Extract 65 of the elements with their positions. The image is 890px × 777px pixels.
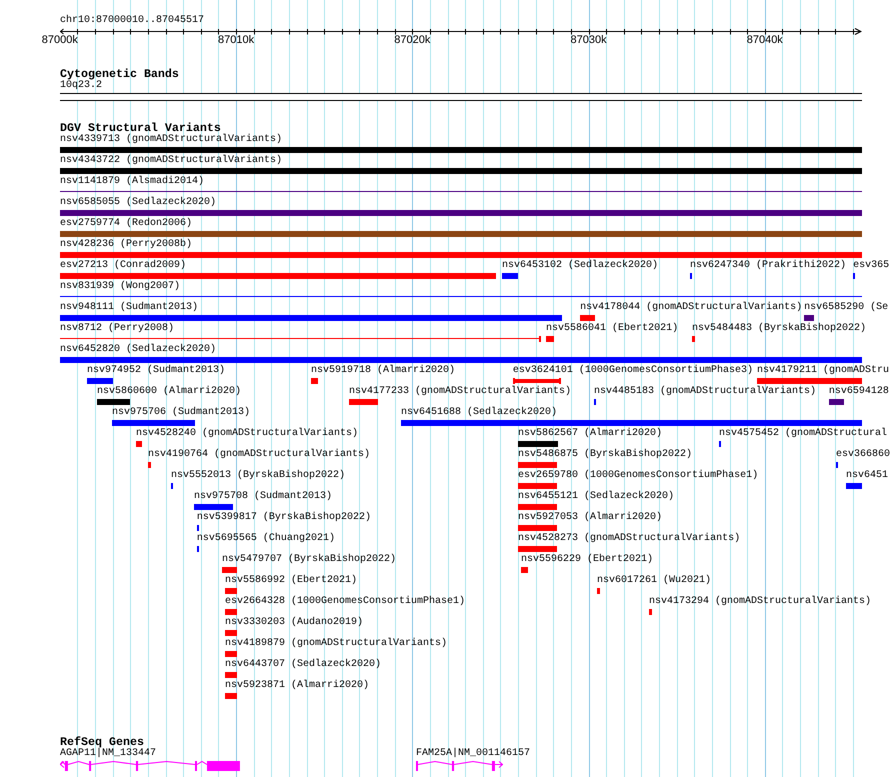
variant-label: nsv6443707 (Sedlazeck2020) [224,659,381,671]
tick-label: 87020k [394,34,430,46]
variant-label: nsv6452820 (Sedlazeck2020) [60,344,216,356]
variant-label: nsv6451 [846,470,888,482]
variant-label: esv27213 (Conrad2009) [60,260,186,272]
variant-label: nsv6585290 (Se [804,302,888,314]
variant-label: nsv428236 (Perry2008b) [60,239,192,251]
variant-label: nsv6594128 [828,386,889,398]
variant-label: nsv5923871 (Almarri2020) [224,680,369,692]
variant-label: nsv4528273 (gnomADStructuralVariants) [518,533,740,545]
variant-label: nsv4339713 (gnomADStructuralVariants) [60,134,282,146]
variant-label: nsv948111 (Sudmant2013) [60,302,198,314]
variant-label: nsv6247340 (Prakrithi2022) [690,260,846,272]
variant-label: nsv4575452 (gnomADStructural [718,428,887,440]
variant-label: nsv4485183 (gnomADStructuralVariants) [594,386,816,398]
variant-label: nsv4528240 (gnomADStructuralVariants) [136,428,358,440]
variant-label: nsv5862567 (Almarri2020) [518,428,662,440]
variant-label: nsv6017261 (Wu2021) [596,575,712,587]
variant-label: esv366860 [836,449,890,461]
variant-label: nsv4178044 (gnomADStructuralVariants) [580,302,802,314]
variant-label: nsv4179211 (gnomADStru [757,365,890,377]
track-title: Cytogenetic Bands [60,68,179,80]
variant-label: nsv974952 (Sudmant2013) [86,365,225,377]
variant-label: nsv5479707 (ByrskaBishop2022) [222,554,396,566]
variant-label: nsv5695565 (Chuang2021) [196,533,335,545]
variant-label: nsv5399817 (ByrskaBishop2022) [196,512,371,524]
variant-label: nsv5860600 (Almarri2020) [97,386,242,398]
variant-label: nsv4177233 (gnomADStructuralVariants) [349,386,572,398]
variant-label: nsv5552013 (ByrskaBishop2022) [171,470,346,482]
variant-label: esv2759774 (Redon2006) [60,218,192,230]
track-title: DGV Structural Variants [60,122,221,134]
gene-label: AGAP11|NM_133447 [60,748,156,760]
location-label: chr10:87000010..87045517 [60,15,204,27]
variant-label: nsv5927053 (Almarri2020) [518,512,662,524]
variant-label: nsv6585055 (Sedlazeck2020) [60,197,216,209]
variant-label: nsv6455121 (Sedlazeck2020) [518,491,674,503]
variant-label: nsv4190764 (gnomADStructuralVariants) [148,449,370,461]
variant-label: nsv6453102 (Sedlazeck2020) [502,260,658,272]
variant-label: nsv975706 (Sudmant2013) [112,407,250,419]
variant-label: nsv975708 (Sudmant2013) [194,491,332,503]
variant-label: nsv831939 (Wong2007) [60,281,180,293]
tick-label: 87040k [746,34,783,46]
variant-label: nsv5484483 (ByrskaBishop2022) [692,323,866,335]
variant-label: nsv4343722 (gnomADStructuralVariants) [60,155,282,167]
gene-label: FAM25A|NM_001146157 [416,748,530,760]
variant-label: nsv5486875 (ByrskaBishop2022) [518,449,692,461]
variant-label: nsv5586992 (Ebert2021) [224,575,357,587]
variant-label: esv2659780 (1000GenomesConsortiumPhase1) [518,470,758,482]
variant-label: nsv6451688 (Sedlazeck2020) [401,407,558,419]
tick-label: 87030k [570,34,607,46]
variant-label: nsv5596229 (Ebert2021) [521,554,654,566]
variant-label: nsv5919718 (Almarri2020) [310,365,455,377]
variant-label: esv3624101 (1000GenomesConsortiumPhase3) [512,365,753,377]
tick-label: 87000k [42,34,78,46]
variant-label: nsv4189879 (gnomADStructuralVariants) [224,638,447,650]
variant-label: nsv8712 (Perry2008) [60,323,174,335]
variant-label: esv2664328 (1000GenomesConsortiumPhase1) [224,596,465,608]
variant-label: esv365 [853,260,890,272]
variant-label: nsv5586041 (Ebert2021) [546,323,678,335]
variant-label: nsv3330203 (Audano2019) [224,617,363,629]
track-title: RefSeq Genes [60,736,144,748]
variant-label: nsv4173294 (gnomADStructuralVariants) [648,596,872,608]
tick-label: 87010k [218,34,254,46]
variant-label: nsv1141879 (Alsmadi2014) [60,176,204,188]
cytoband-label: 10q23.2 [60,80,102,92]
